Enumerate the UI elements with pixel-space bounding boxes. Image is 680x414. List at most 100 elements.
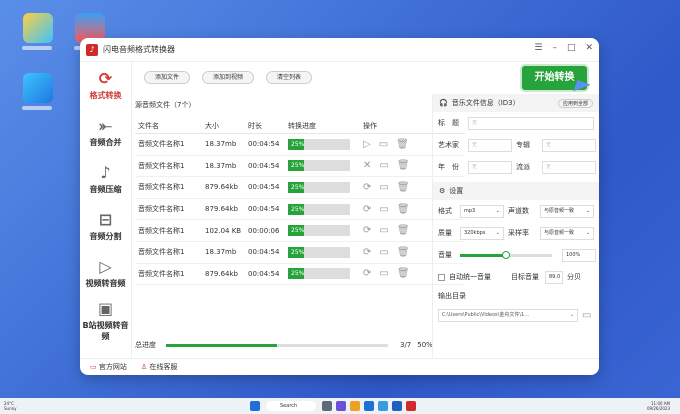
sidebar-item-bilibili[interactable]: ▣ B站视频转音频 bbox=[80, 297, 131, 344]
target-volume-label: 目标音量 bbox=[511, 273, 539, 281]
volume-slider[interactable] bbox=[460, 250, 552, 259]
explorer-icon[interactable] bbox=[350, 401, 360, 411]
apply-all-button[interactable]: 应用到全部 bbox=[557, 98, 593, 108]
col-filename: 文件名 bbox=[138, 121, 159, 130]
album-field[interactable]: 无 bbox=[542, 138, 596, 152]
start-icon[interactable] bbox=[250, 401, 260, 411]
monitor-icon: ▭ bbox=[90, 363, 97, 371]
row-filename: 音频文件名称1 bbox=[138, 226, 185, 235]
maximize-icon[interactable]: □ bbox=[567, 43, 576, 53]
refresh-icon[interactable]: ⟳ bbox=[363, 204, 371, 215]
trash-icon[interactable]: 🗑 bbox=[397, 247, 410, 258]
table-row[interactable]: 音频文件名称1 18.37mb 00:04:54 25% ✕ ▭ 🗑 bbox=[135, 156, 465, 178]
progress-fill: 25% bbox=[288, 138, 304, 150]
app-taskbar-icon[interactable] bbox=[406, 401, 416, 411]
channels-select[interactable]: 与原音频一致 ⌄ bbox=[540, 204, 594, 218]
sidebar-item-compress[interactable]: ♪ 音频压缩 bbox=[80, 156, 131, 203]
refresh-icon[interactable]: ⟳ bbox=[363, 268, 371, 279]
table-row[interactable]: 音频文件名称1 879.64kb 00:04:54 25% ⟳ ▭ 🗑 bbox=[135, 199, 465, 221]
trash-icon[interactable]: 🗑 bbox=[397, 225, 410, 236]
format-select[interactable]: mp3 ⌄ bbox=[460, 204, 504, 218]
quality-value: 320kbps bbox=[464, 229, 486, 236]
app-icon-1[interactable] bbox=[336, 401, 346, 411]
total-progress-bar bbox=[166, 343, 388, 347]
folder-icon[interactable]: ▭ bbox=[582, 310, 591, 321]
progress-bar: 25% bbox=[288, 181, 350, 193]
folder-icon[interactable]: ▭ bbox=[379, 182, 388, 193]
folder-icon[interactable]: ▭ bbox=[379, 204, 388, 215]
sidebar-item-video-to-audio[interactable]: ▷ 视频转音频 bbox=[80, 250, 131, 297]
close-icon[interactable]: ✕ bbox=[585, 43, 593, 53]
folder-icon[interactable]: ▭ bbox=[379, 225, 388, 236]
auto-volume-label: 自动统一音量 bbox=[449, 273, 491, 281]
quality-select[interactable]: 320kbps ⌄ bbox=[460, 226, 504, 240]
table-row[interactable]: 音频文件名称1 102.04 KB 00:00:06 25% ⟳ ▭ 🗑 bbox=[135, 220, 465, 242]
table-row[interactable]: 音频文件名称1 879.64kb 00:04:54 25% ⟳ ▭ 🗑 bbox=[135, 177, 465, 199]
artist-field[interactable]: 无 bbox=[468, 138, 512, 152]
support-link[interactable]: ♙ 在线客服 bbox=[141, 362, 178, 372]
bilibili-icon: ▣ bbox=[97, 298, 114, 318]
samplerate-select[interactable]: 与原音频一致 ⌄ bbox=[540, 226, 594, 240]
clear-list-button[interactable]: 清空列表 bbox=[266, 70, 313, 84]
progress-fill: 25% bbox=[288, 225, 304, 237]
sidebar-item-merge[interactable]: ⤜ 音频合并 bbox=[80, 109, 131, 156]
file-table: 文件名 大小 时长 转换进度 操作 音频文件名称1 18.37mb 00:04:… bbox=[135, 118, 465, 286]
folder-icon[interactable]: ▭ bbox=[379, 139, 388, 150]
row-filename: 音频文件名称1 bbox=[138, 183, 185, 192]
col-size: 大小 bbox=[205, 121, 219, 130]
album-label: 专辑 bbox=[516, 141, 530, 149]
desktop-icon-1[interactable] bbox=[23, 13, 53, 43]
bottom-bar: ▭ 官方网站 ♙ 在线客服 bbox=[80, 358, 599, 375]
chevron-down-icon: ⌄ bbox=[495, 229, 500, 236]
play-icon[interactable]: ▷ bbox=[363, 139, 371, 150]
volume-slider-handle[interactable] bbox=[502, 250, 510, 259]
auto-volume-checkbox[interactable] bbox=[438, 273, 445, 281]
trash-icon[interactable]: 🗑 bbox=[397, 204, 410, 215]
row-progress: 25% bbox=[288, 138, 363, 150]
sidebar-item-convert[interactable]: ⟳ 格式转换 bbox=[80, 62, 131, 109]
table-row[interactable]: 音频文件名称1 18.37mb 00:04:54 25% ▷ ▭ 🗑 bbox=[135, 134, 465, 156]
samplerate-label: 采样率 bbox=[508, 229, 529, 237]
row-filename: 音频文件名称1 bbox=[138, 205, 185, 214]
total-progress: 总进度 3/7 50% bbox=[135, 338, 465, 352]
refresh-icon[interactable]: ⟳ bbox=[363, 247, 371, 258]
volume-value[interactable]: 100% bbox=[562, 248, 596, 262]
genre-field[interactable]: 无 bbox=[542, 160, 596, 174]
cancel-icon[interactable]: ✕ bbox=[363, 160, 371, 171]
id3-header: 🎧 音乐文件信息（ID3） 应用到全部 bbox=[433, 94, 599, 112]
store-icon[interactable] bbox=[378, 401, 388, 411]
taskview-icon[interactable] bbox=[322, 401, 332, 411]
total-count: 3/7 bbox=[400, 341, 412, 349]
refresh-icon[interactable]: ⟳ bbox=[363, 182, 371, 193]
table-row[interactable]: 音频文件名称1 18.37mb 00:04:54 25% ⟳ ▭ 🗑 bbox=[135, 242, 465, 264]
trash-icon[interactable]: 🗑 bbox=[397, 160, 410, 171]
search-box[interactable]: Search bbox=[266, 401, 316, 411]
minimize-icon[interactable]: – bbox=[552, 43, 557, 53]
output-path-field[interactable]: C:\Users\Public\Videos\金舟文件\1... ⌄ bbox=[438, 308, 578, 322]
mail-icon[interactable] bbox=[392, 401, 402, 411]
desktop-icon-3[interactable] bbox=[23, 73, 53, 103]
edge-icon[interactable] bbox=[364, 401, 374, 411]
table-row[interactable]: 音频文件名称1 879.64kb 00:04:54 25% ⟳ ▭ 🗑 bbox=[135, 264, 465, 286]
menu-icon[interactable]: ☰ bbox=[534, 43, 542, 53]
add-folder-button[interactable]: 添加到视频 bbox=[202, 70, 255, 84]
clock[interactable]: 11:00 AM 09/26/2023 bbox=[647, 401, 670, 411]
year-field[interactable]: 无 bbox=[468, 160, 512, 174]
website-link[interactable]: ▭ 官方网站 bbox=[90, 362, 127, 372]
folder-icon[interactable]: ▭ bbox=[379, 268, 388, 279]
add-file-button[interactable]: 添加文件 bbox=[144, 70, 191, 84]
title-field[interactable]: 无 bbox=[468, 116, 594, 130]
output-label: 输出目录 bbox=[438, 292, 466, 300]
weather-widget[interactable]: 24°C Sunny bbox=[4, 401, 17, 411]
trash-icon[interactable]: 🗑 bbox=[397, 182, 410, 193]
trash-icon[interactable]: 🗑 bbox=[397, 268, 410, 279]
folder-icon[interactable]: ▭ bbox=[379, 247, 388, 258]
sidebar-item-split[interactable]: ⊟ 音频分割 bbox=[80, 203, 131, 250]
target-volume-field[interactable]: 89.0 bbox=[545, 270, 563, 284]
folder-icon[interactable]: ▭ bbox=[379, 160, 388, 171]
compress-icon: ♪ bbox=[100, 163, 111, 182]
settings-header: ⚙ 设置 bbox=[433, 182, 599, 200]
trash-icon[interactable]: 🗑 bbox=[396, 139, 409, 150]
row-progress: 25% bbox=[288, 181, 363, 193]
refresh-icon[interactable]: ⟳ bbox=[363, 225, 371, 236]
